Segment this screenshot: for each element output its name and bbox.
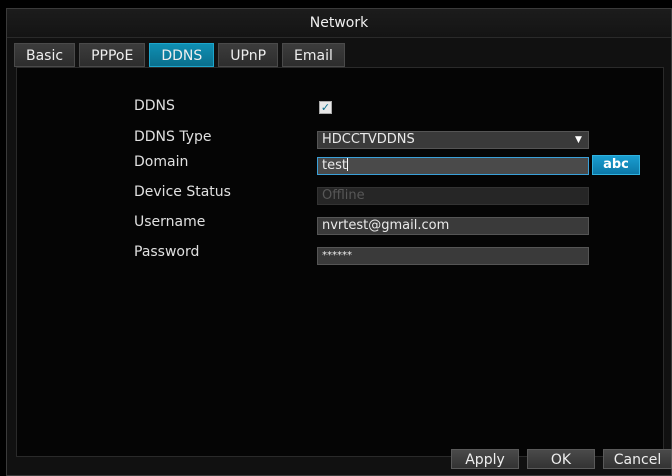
keyboard-button[interactable]: abc (592, 155, 640, 175)
text-caret (346, 158, 348, 171)
tab-email[interactable]: Email (282, 43, 345, 67)
ddns-type-select[interactable]: HDCCTVDDNS ▼ (317, 131, 589, 149)
cancel-button[interactable]: Cancel (603, 449, 672, 469)
username-label: Username (134, 214, 206, 230)
tab-basic[interactable]: Basic (14, 43, 76, 67)
ok-button[interactable]: OK (527, 449, 595, 469)
ddns-enable-checkbox[interactable]: ✓ (319, 101, 332, 114)
domain-input[interactable]: test (317, 157, 589, 175)
password-label: Password (134, 244, 200, 260)
device-status-label: Device Status (134, 184, 231, 200)
tab-ddns[interactable]: DDNS (149, 43, 215, 67)
username-input[interactable]: nvrtest@gmail.com (317, 217, 589, 235)
domain-label: Domain (134, 154, 189, 170)
window-title: Network (7, 9, 671, 38)
ddns-type-label: DDNS Type (134, 129, 212, 145)
tab-pppoe[interactable]: PPPoE (79, 43, 146, 67)
ddns-label: DDNS (134, 98, 175, 114)
domain-value: test (322, 158, 347, 173)
tab-bar: Basic PPPoE DDNS UPnP Email (14, 43, 345, 67)
ddns-type-value: HDCCTVDDNS (322, 132, 415, 147)
apply-button[interactable]: Apply (451, 449, 519, 469)
device-status-field: Offline (317, 187, 589, 205)
network-window: Network Basic PPPoE DDNS UPnP Email (6, 8, 672, 476)
check-icon: ✓ (320, 101, 331, 114)
password-input[interactable]: ****** (317, 247, 589, 265)
tab-upnp[interactable]: UPnP (218, 43, 279, 67)
chevron-down-icon: ▼ (575, 135, 582, 145)
